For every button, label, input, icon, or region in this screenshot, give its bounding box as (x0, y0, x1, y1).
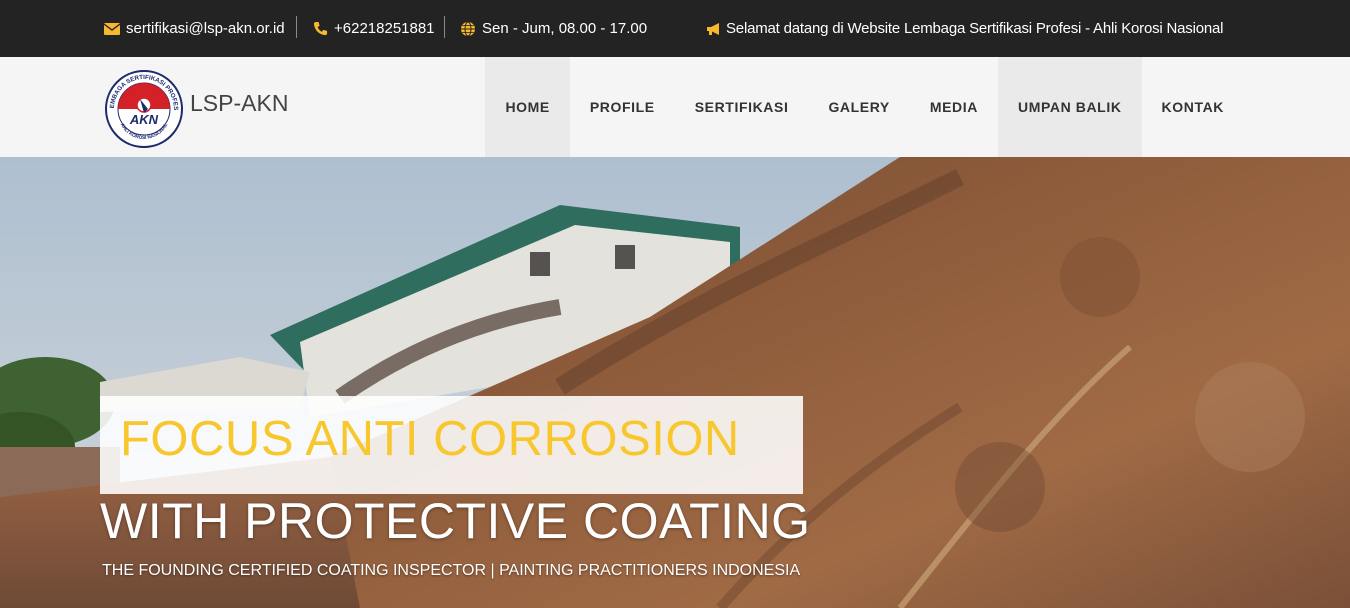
hero-headline-primary: FOCUS ANTI CORROSION (120, 412, 740, 466)
nav-sertifikasi[interactable]: SERTIFIKASI (675, 57, 809, 157)
main-navigation: HOME PROFILE SERTIFIKASI GALERY MEDIA UM… (485, 57, 1244, 157)
lsp-akn-logo: LEMBAGA SERTIFIKASI PROFESI AHLI KOROSI … (104, 69, 183, 148)
top-info-bar: sertifikasi@lsp-akn.or.id +62218251881 S… (0, 0, 1350, 57)
globe-icon (460, 21, 476, 37)
brand-name: LSP-AKN (190, 89, 289, 116)
brand[interactable]: LEMBAGA SERTIFIKASI PROFESI AHLI KOROSI … (104, 69, 288, 149)
phone-icon (312, 21, 328, 37)
nav-profile[interactable]: PROFILE (570, 57, 675, 157)
email-text: sertifikasi@lsp-akn.or.id (126, 20, 285, 37)
nav-home[interactable]: HOME (485, 57, 570, 157)
nav-kontak[interactable]: KONTAK (1142, 57, 1244, 157)
hero-subtitle: THE FOUNDING CERTIFIED COATING INSPECTOR… (102, 562, 801, 579)
hours-text: Sen - Jum, 08.00 - 17.00 (482, 20, 648, 37)
nav-galery[interactable]: GALERY (808, 57, 909, 157)
divider (296, 16, 297, 38)
announcement-text: Selamat datang di Website Lembaga Sertif… (726, 20, 1224, 37)
announcement-marquee: Selamat datang di Website Lembaga Sertif… (706, 0, 1226, 57)
envelope-icon (104, 21, 120, 37)
megaphone-icon (706, 21, 722, 37)
nav-umpan-balik[interactable]: UMPAN BALIK (997, 57, 1142, 157)
site-header: LEMBAGA SERTIFIKASI PROFESI AHLI KOROSI … (0, 57, 1350, 157)
contact-email[interactable]: sertifikasi@lsp-akn.or.id (104, 0, 285, 57)
logo-center-text: AKN (129, 112, 159, 127)
hero-headline-secondary: WITH PROTECTIVE COATING (100, 493, 811, 549)
phone-text: +62218251881 (334, 20, 435, 37)
nav-media[interactable]: MEDIA (910, 57, 998, 157)
hero-banner: FOCUS ANTI CORROSION WITH PROTECTIVE COA… (0, 157, 1350, 608)
contact-phone[interactable]: +62218251881 (312, 0, 435, 57)
office-hours: Sen - Jum, 08.00 - 17.00 (460, 0, 647, 57)
divider (444, 16, 445, 38)
